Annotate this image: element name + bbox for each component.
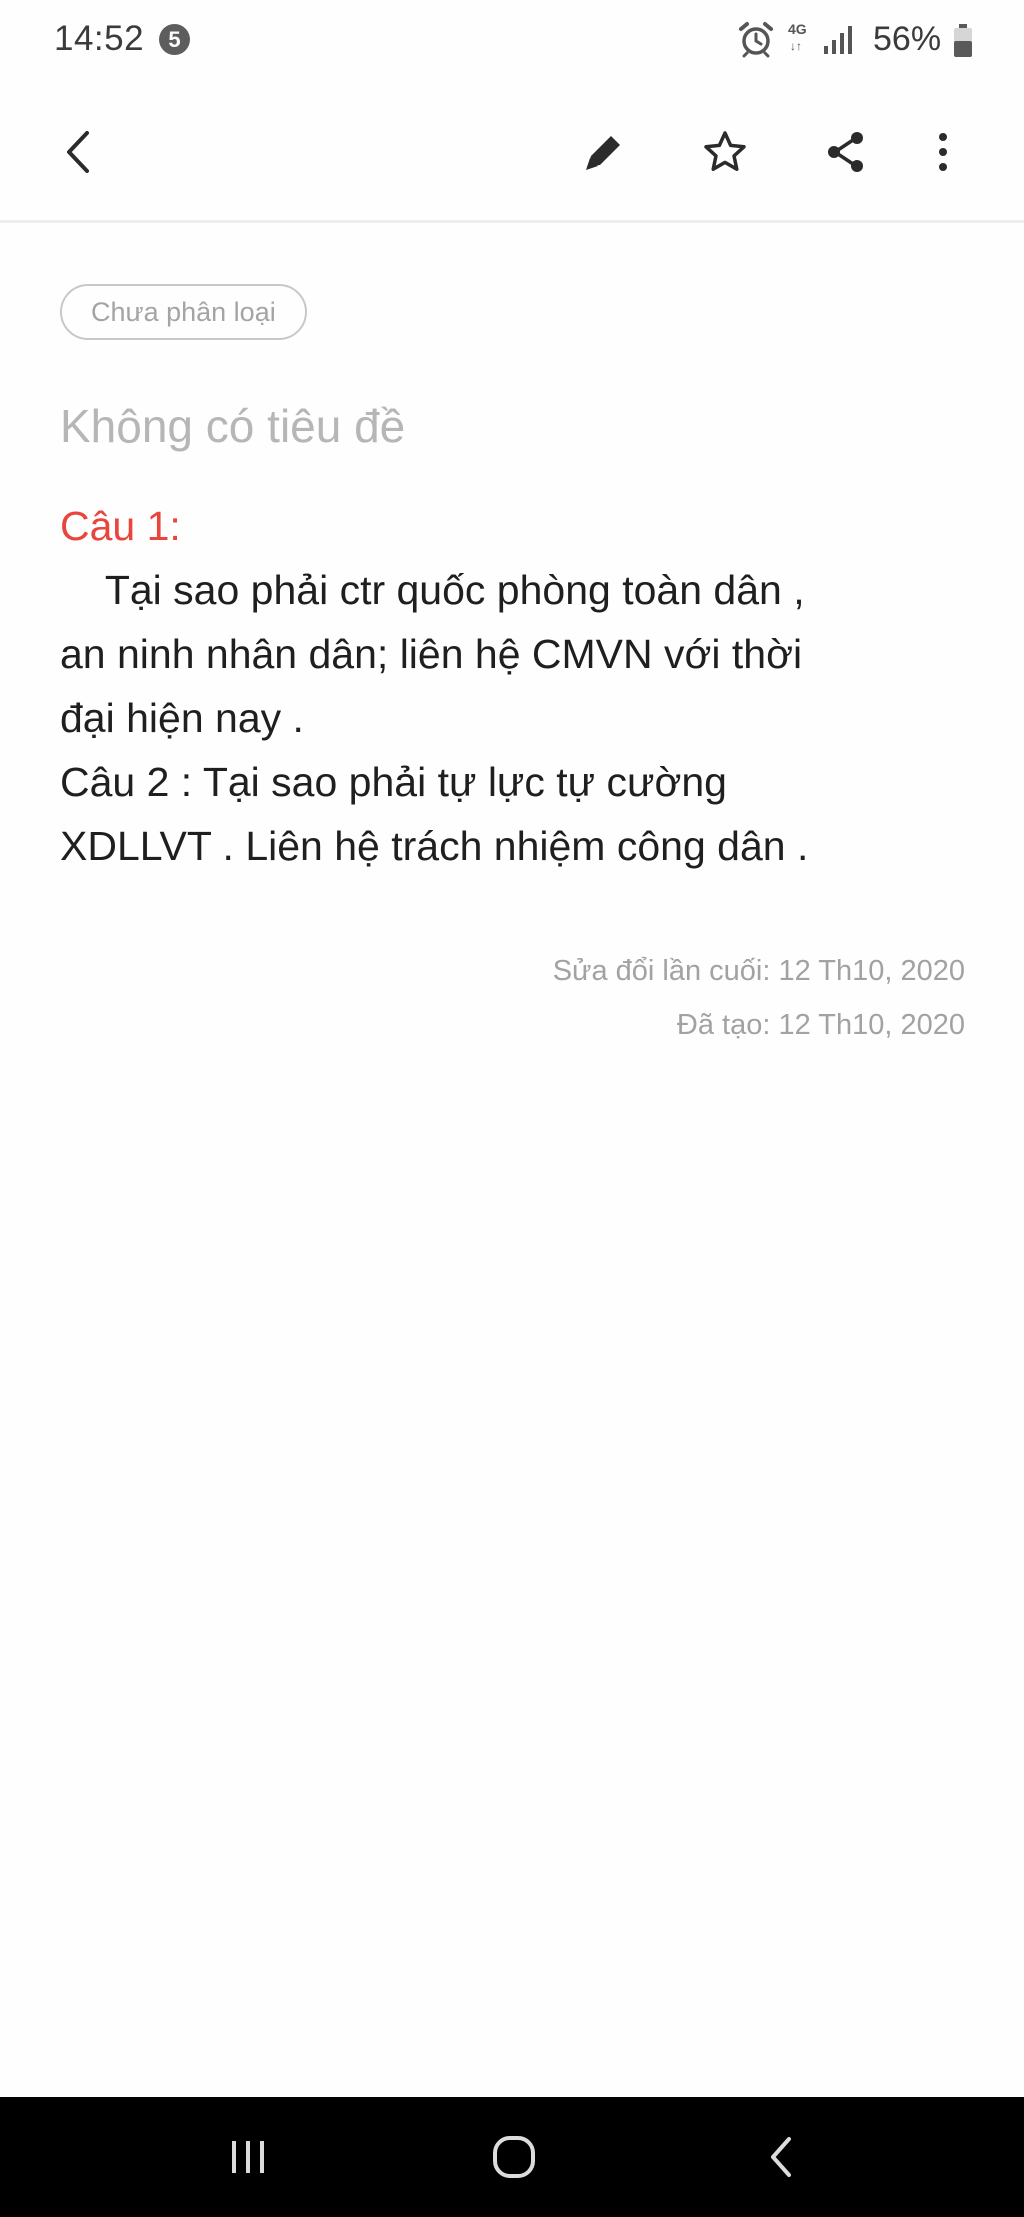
note-title[interactable]: Không có tiêu đề — [60, 396, 405, 456]
body-line: an ninh nhân dân; liên hệ CMVN với thời — [60, 631, 803, 677]
body-line: Câu 2 : Tại sao phải tự lực tự cường — [60, 759, 727, 805]
alarm-icon — [739, 22, 773, 58]
system-navigation-bar — [0, 2097, 1024, 2217]
more-icon — [939, 133, 947, 171]
home-icon — [493, 2136, 535, 2178]
more-options-button[interactable] — [903, 112, 983, 192]
body-line: XDLLVT . Liên hệ trách nhiệm công dân . — [60, 823, 809, 869]
note-toolbar — [0, 84, 1024, 223]
status-time: 14:52 — [54, 19, 145, 58]
notes-app-screen: 14:52 5 4G ↓↑ 56% Chưa phân loại Không c… — [0, 0, 1024, 2217]
last-modified-date: Sửa đổi lần cuối: 12 Th10, 2020 — [552, 955, 965, 987]
back-button[interactable] — [39, 112, 119, 192]
network-activity-arrows: ↓↑ — [790, 39, 802, 53]
share-button[interactable] — [806, 112, 886, 192]
category-chip[interactable]: Chưa phân loại — [60, 284, 307, 340]
edit-button[interactable] — [564, 112, 644, 192]
system-back-button[interactable] — [736, 2117, 826, 2197]
favorite-button[interactable] — [685, 112, 765, 192]
created-date: Đã tạo: 12 Th10, 2020 — [676, 1009, 965, 1041]
body-line: đại hiện nay . — [60, 695, 304, 741]
status-bar: 14:52 5 4G ↓↑ 56% — [0, 0, 1024, 84]
back-icon — [67, 131, 89, 173]
network-type-label: 4G — [788, 21, 807, 37]
star-icon — [704, 131, 746, 171]
question-1-heading: Câu 1: — [60, 503, 181, 549]
body-line: Tại sao phải ctr quốc phòng toàn dân , — [60, 567, 805, 613]
share-icon — [828, 132, 863, 172]
notification-count-badge: 5 — [159, 24, 190, 55]
note-body[interactable]: Câu 1: Tại sao phải ctr quốc phòng toàn … — [60, 494, 960, 878]
nav-back-icon — [771, 2137, 791, 2177]
signal-icon — [824, 26, 852, 54]
edit-icon — [586, 136, 620, 170]
battery-percent: 56% — [873, 20, 942, 58]
recent-apps-button[interactable] — [203, 2117, 293, 2197]
recent-apps-icon — [232, 2141, 264, 2173]
battery-icon — [954, 24, 972, 57]
home-button[interactable] — [469, 2117, 559, 2197]
